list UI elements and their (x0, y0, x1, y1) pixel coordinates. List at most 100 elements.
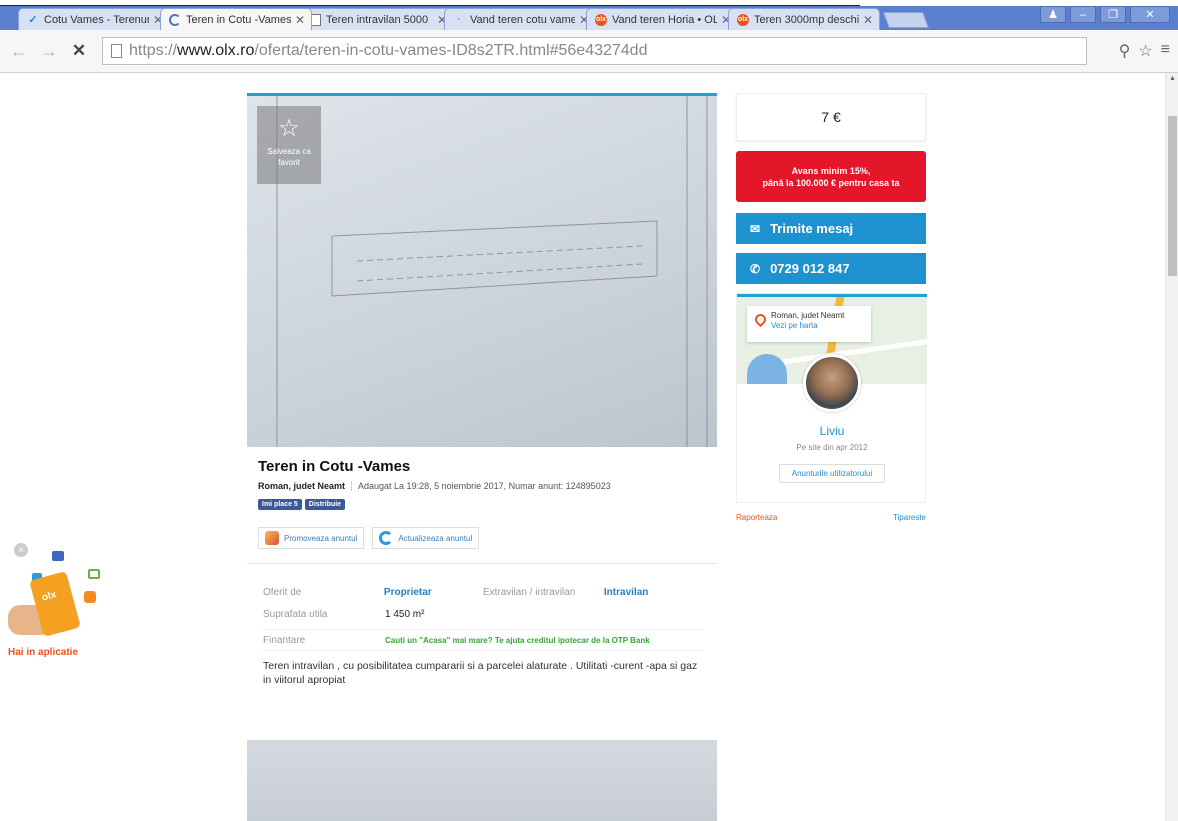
listing-description: Teren intravilan , cu posibilitatea cump… (263, 660, 698, 686)
send-message-button[interactable]: ✉ Trimite mesaj (736, 213, 926, 244)
close-window-icon[interactable]: ✕ (1130, 6, 1170, 23)
phone-button[interactable]: ✆ 0729 012 847 (736, 253, 926, 284)
browser-tab[interactable]: olx Vand teren Horia • OL ✕ (586, 8, 738, 30)
listing-sidebar: 7 € Avans minim 15%, până la 100.000 € p… (736, 93, 927, 522)
details-row: Oferit de Proprietar Extravilan / intrav… (263, 581, 703, 603)
finance-link[interactable]: Cauti un "Acasa" mai mare? Te ajuta cred… (385, 636, 650, 645)
url-host: www.olx.ro (177, 42, 255, 59)
user-icon[interactable]: ♟ (1040, 6, 1066, 23)
promo-banner[interactable]: Avans minim 15%, până la 100.000 € pentr… (736, 151, 926, 202)
offered-by-value[interactable]: Proprietar (384, 587, 483, 598)
avatar[interactable] (803, 354, 861, 412)
url-path: /oferta/teren-in-cotu-vames-ID8s2TR.html… (254, 42, 648, 59)
browser-tab[interactable]: ✓ Cotu Vames - Terenuri ✕ (18, 8, 170, 30)
save-favorite-label: Salveaza ca favorit (267, 147, 311, 167)
olx-icon: olx (737, 13, 749, 26)
zoom-icon[interactable]: ⚲ (1119, 41, 1131, 61)
close-icon[interactable]: × (14, 543, 28, 557)
view-map-link[interactable]: Vezi pe harta (771, 321, 871, 331)
location-pin-icon (752, 311, 769, 328)
bird-icon: ✓ (28, 14, 38, 26)
spinner-icon (169, 13, 181, 26)
zone-label: Extravilan / intravilan (483, 586, 576, 598)
print-link[interactable]: Tipareste (893, 513, 926, 522)
tab-title: Teren intravilan 5000 (326, 13, 429, 26)
maximize-icon[interactable]: ❐ (1100, 6, 1126, 23)
olx-icon: olx (595, 13, 607, 26)
browser-tab[interactable]: Teren intravilan 5000 ✕ (302, 8, 454, 30)
finance-label: Finantare (263, 634, 306, 646)
page-icon (311, 13, 321, 26)
minimize-icon[interactable]: – (1070, 6, 1096, 23)
car-icon (52, 551, 64, 561)
dot-icon: · (457, 13, 461, 26)
tab-title: Teren in Cotu -Vames (186, 13, 291, 26)
star-icon: ☆ (278, 115, 300, 142)
browser-toolbar: ← → ✕ https://www.olx.ro/oferta/teren-in… (0, 30, 1178, 73)
browser-tab[interactable]: · Vand teren cotu vame ✕ (444, 8, 596, 30)
meta-separator (351, 481, 353, 491)
promo-line-1: Avans minim 15%, (791, 165, 871, 176)
finance-row: Finantare Cauti un "Acasa" mai mare? Te … (263, 629, 703, 651)
phone-label: 0729 012 847 (770, 261, 850, 276)
listing-location[interactable]: Roman, judet Neamt (258, 481, 345, 491)
listing-actions: Promoveaza anuntul Actualizeaza anuntul (258, 527, 480, 549)
seller-card: Roman, judet Neamt Vezi pe harta Liviu P… (736, 293, 927, 503)
url-scheme: https:// (129, 42, 178, 59)
phone-icon: ✆ (750, 261, 761, 276)
share-button[interactable]: Distribuie (304, 499, 346, 510)
chat-icon (88, 569, 100, 579)
section-divider (247, 563, 717, 564)
menu-icon[interactable]: ≡ (1161, 41, 1170, 61)
promo-line-2: până la 100.000 € pentru casa ta (762, 177, 900, 188)
send-message-label: Trimite mesaj (770, 221, 854, 236)
offered-by-label: Oferit de (263, 586, 302, 598)
map-water (747, 354, 787, 384)
map-location: Roman, judet Neamt (771, 311, 845, 320)
new-tab-button[interactable] (883, 12, 929, 28)
listing-photo-second[interactable] (247, 740, 717, 821)
page-viewport: ☆ Salveaza ca favorit Teren in Cotu -Vam… (0, 73, 1165, 821)
browser-tab-active[interactable]: Teren in Cotu -Vames ✕ (160, 8, 312, 30)
bookmark-star-icon[interactable]: ☆ (1138, 41, 1152, 61)
close-tab-icon[interactable]: ✕ (863, 13, 873, 27)
stop-icon[interactable]: ✕ (68, 41, 90, 61)
scroll-up-icon[interactable]: ▲ (1169, 75, 1176, 82)
tab-title: Cotu Vames - Terenuri (44, 13, 149, 26)
forward-arrow-icon[interactable]: → (38, 41, 60, 62)
back-arrow-icon[interactable]: ← (8, 41, 30, 62)
seller-since: Pe site din apr 2012 (796, 443, 868, 452)
map-location-card: Roman, judet Neamt Vezi pe harta (747, 306, 871, 342)
details-row: Suprafata utila 1 450 m² (263, 603, 703, 625)
map-topline (737, 294, 927, 297)
address-bar[interactable]: https://www.olx.ro/oferta/teren-in-cotu-… (102, 37, 1087, 65)
window-controls: ♟ – ❐ ✕ (1040, 6, 1170, 23)
listing-added: Adaugat La 19:28, 5 noiembrie 2017, Numa… (358, 481, 611, 491)
tab-title: Teren 3000mp deschi (754, 13, 859, 26)
browser-tab[interactable]: olx Teren 3000mp deschi ✕ (728, 8, 880, 30)
listing-photo[interactable]: ☆ Salveaza ca favorit (247, 93, 717, 447)
tab-title: Vand teren Horia • OL (612, 13, 717, 26)
save-favorite-button[interactable]: ☆ Salveaza ca favorit (257, 106, 321, 184)
scrollbar-thumb[interactable] (1168, 116, 1177, 276)
app-promo[interactable]: × olx Hai in aplicatie (8, 543, 118, 673)
close-tab-icon[interactable]: ✕ (295, 13, 305, 27)
price: 7 € (736, 93, 926, 141)
zone-value[interactable]: Intravilan (604, 587, 703, 598)
app-promo-label[interactable]: Hai in aplicatie (8, 647, 78, 658)
like-button[interactable]: Imi place 5 (258, 499, 302, 510)
page-scrollbar[interactable]: ▲ (1165, 73, 1178, 821)
promote-button[interactable]: Promoveaza anuntul (258, 527, 365, 549)
report-link[interactable]: Raporteaza (736, 513, 777, 522)
tab-strip: ✓ Cotu Vames - Terenuri ✕ Teren in Cotu … (0, 6, 1178, 30)
page-icon (111, 44, 122, 58)
kite-icon (265, 531, 279, 545)
refresh-icon (379, 531, 394, 545)
listing-details: Oferit de Proprietar Extravilan / intrav… (263, 581, 703, 651)
report-row: Raporteaza Tipareste (736, 513, 926, 522)
listing-title: Teren in Cotu -Vames (258, 458, 411, 475)
refresh-button[interactable]: Actualizeaza anuntul (372, 527, 480, 549)
tab-title: Vand teren cotu vame (470, 13, 575, 26)
user-ads-button[interactable]: Anunturile utilizatorului (779, 464, 885, 483)
seller-name[interactable]: Liviu (737, 424, 927, 438)
